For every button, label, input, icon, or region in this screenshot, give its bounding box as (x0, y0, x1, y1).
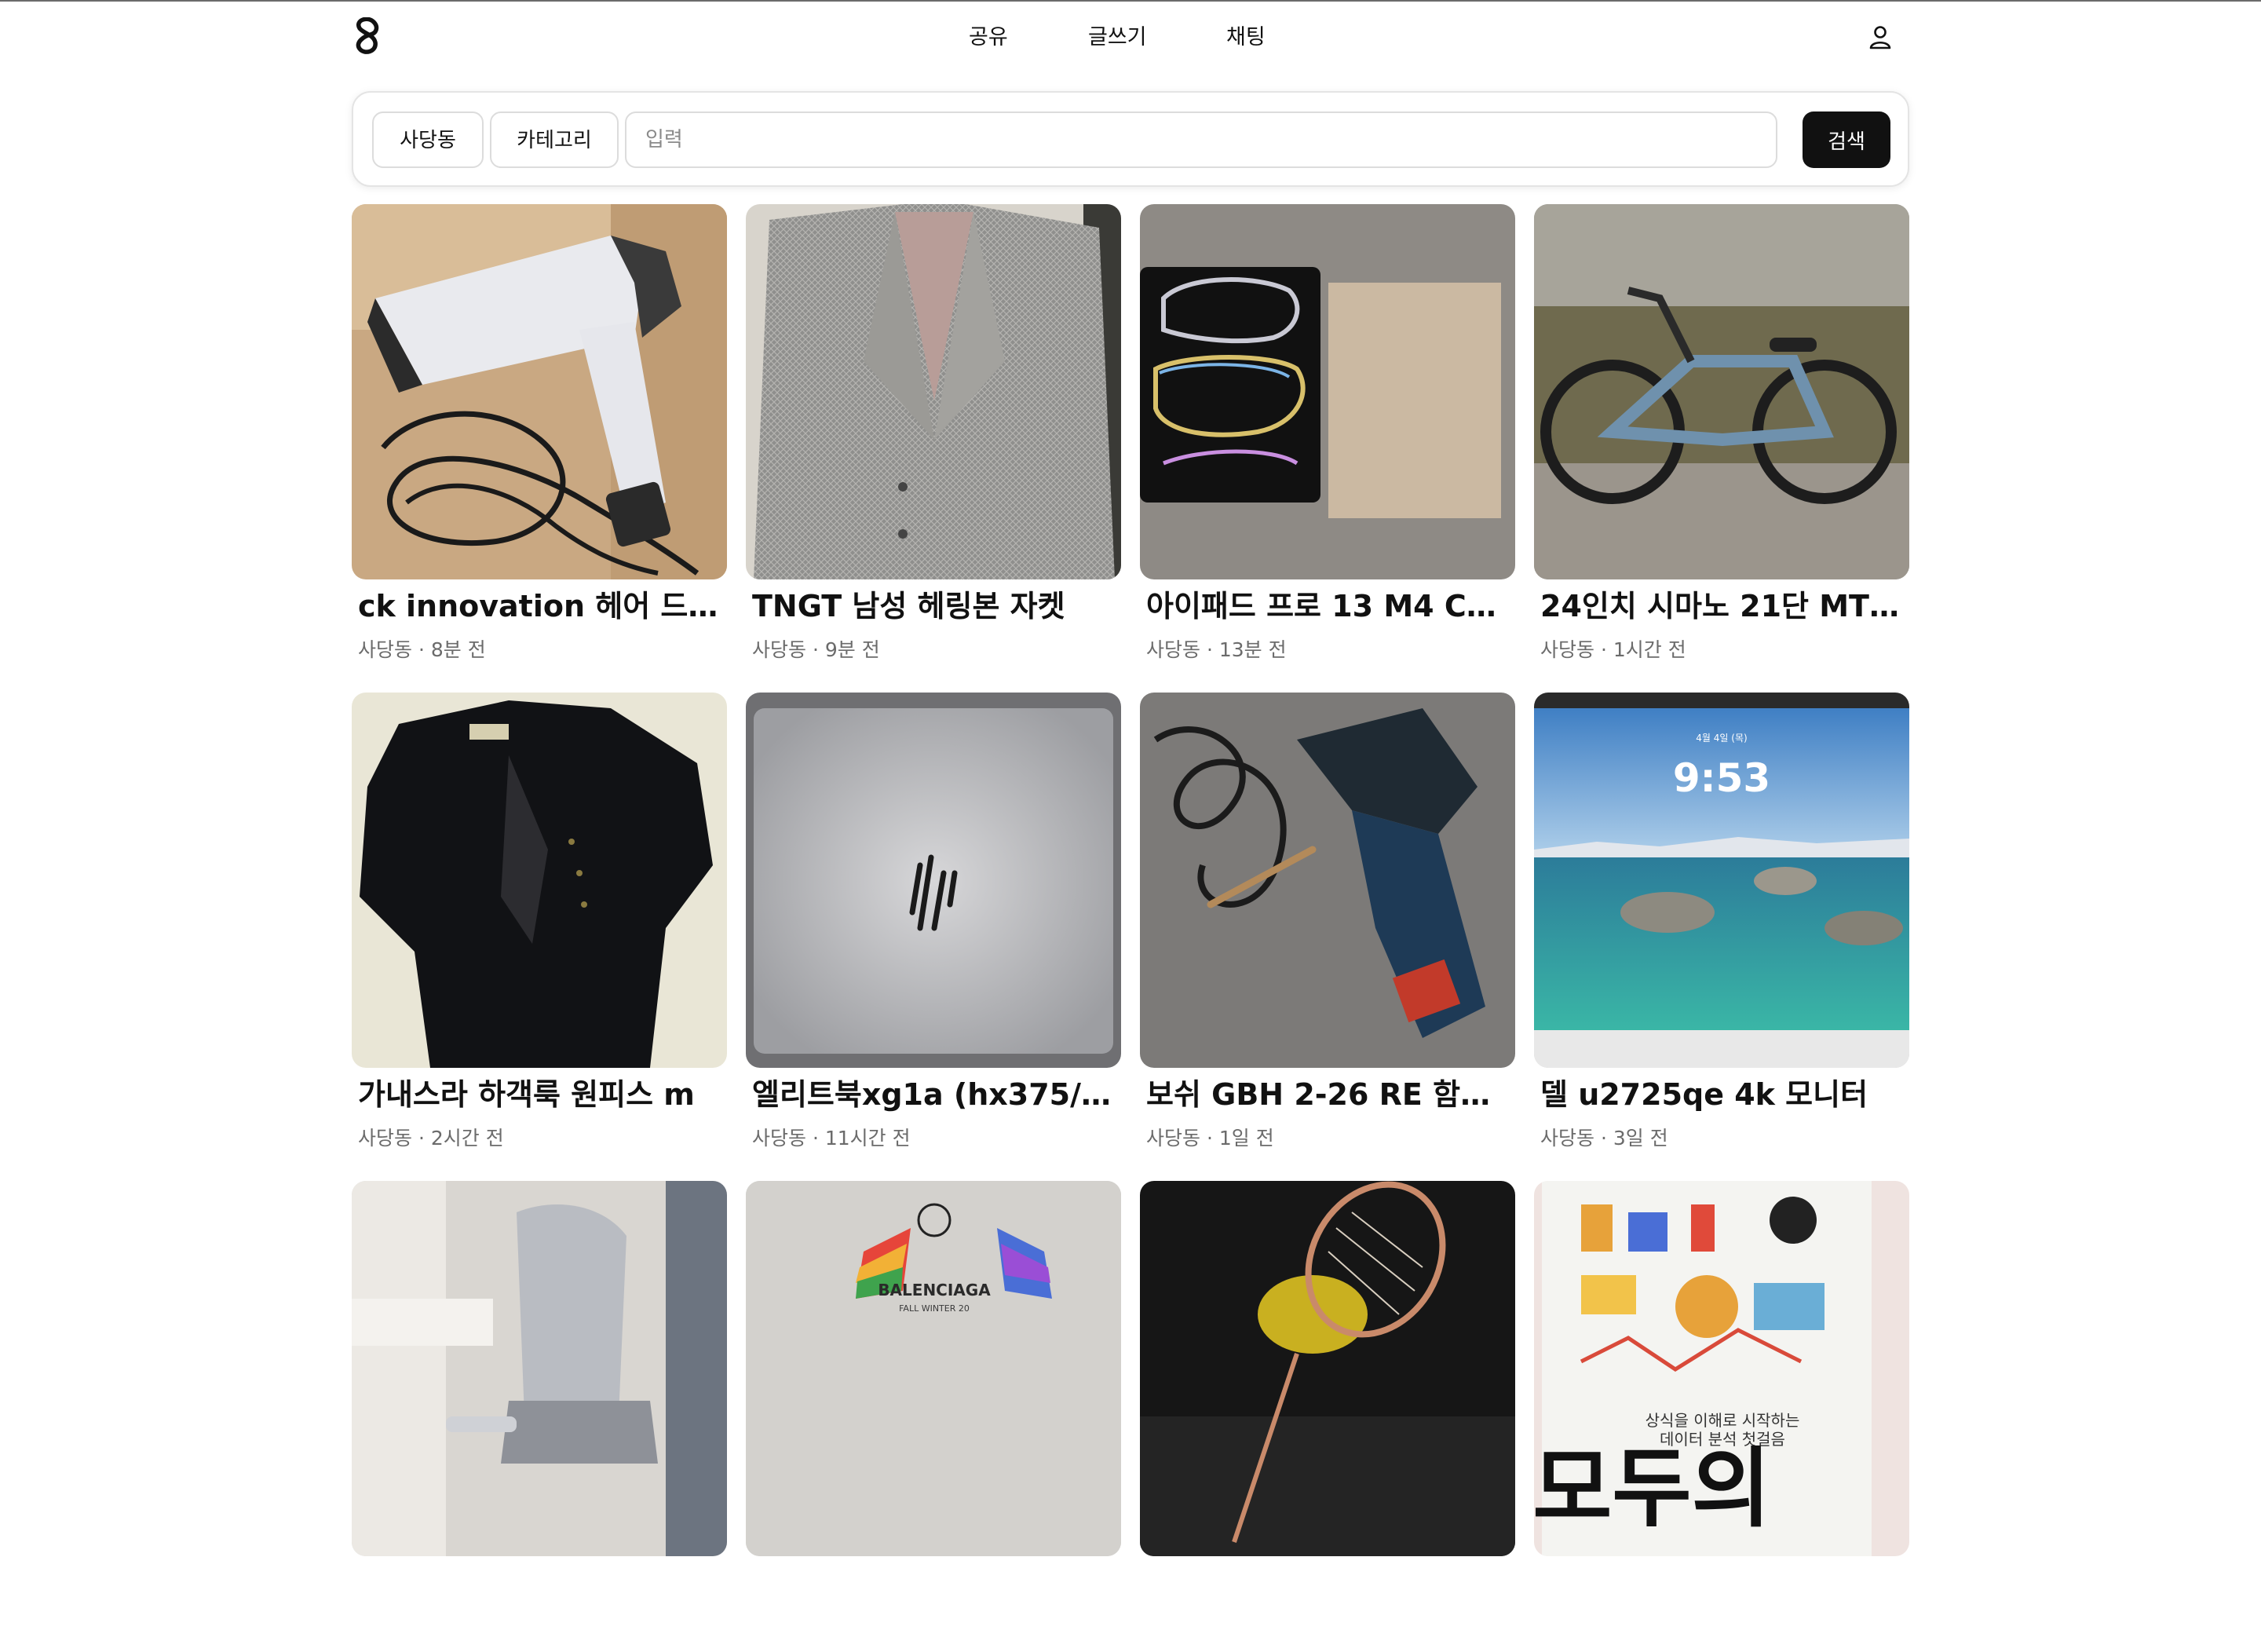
listing-title: 24인치 시마노 21단 MTB ... (1540, 589, 1909, 623)
nav-share[interactable]: 공유 (969, 22, 1008, 53)
book-cover-title: 모두의 (1534, 1438, 1771, 1539)
listing-image-badminton-racket (1140, 1181, 1515, 1556)
listing-image-hp-laptop (746, 693, 1121, 1068)
listing-image-balenciaga-fleece: BALENCIAGA FALL WINTER 20 (746, 1181, 1121, 1556)
monitor-screen-time: 9:53 (1673, 755, 1770, 801)
location-filter-button[interactable]: 사당동 (372, 111, 484, 168)
listing-image-bosch-drill (1140, 693, 1515, 1068)
listing-meta: 사당동 · 1시간 전 (1540, 638, 1686, 661)
listing-card[interactable] (1140, 1181, 1515, 1652)
listing-title: 델 u2725qe 4k 모니터 (1540, 1077, 1868, 1112)
listing-card[interactable]: TNGT 남성 헤링본 자켓 사당동 · 9분 전 (746, 204, 1121, 675)
listing-title: 보쉬 GBH 2-26 RE 함마... (1146, 1077, 1515, 1112)
listing-card[interactable] (352, 1181, 727, 1652)
listing-card[interactable]: ck innovation 헤어 드라... 사당동 · 8분 전 (352, 204, 727, 675)
search-input[interactable] (625, 111, 1777, 168)
listing-card[interactable]: 4월 4일 (목) 9:53 델 u2725qe 4k 모니터 사당동 · 3일… (1534, 693, 1909, 1164)
listing-card[interactable]: 아이패드 프로 13 M4 Cell... 사당동 · 13분 전 (1140, 204, 1515, 675)
listing-title: 엘리트북xg1a (hx375/6... (752, 1077, 1121, 1112)
listing-title: TNGT 남성 헤링본 자켓 (752, 589, 1065, 623)
listing-meta: 사당동 · 9분 전 (752, 638, 880, 661)
listing-image-dell-monitor: 4월 4일 (목) 9:53 (1534, 693, 1909, 1068)
listing-card[interactable]: 상식을 이해로 시작하는 데이터 분석 첫걸음 모두의 (1534, 1181, 1909, 1652)
header: 공유 글쓰기 채팅 (0, 0, 2261, 75)
book-cover-subtitle: 상식을 이해로 시작하는 (1646, 1411, 1800, 1430)
listing-card[interactable]: 가내스라 하객룩 원피스 m 사당동 · 2시간 전 (352, 693, 727, 1164)
listing-title: 가내스라 하객룩 원피스 m (358, 1077, 695, 1112)
listing-meta: 사당동 · 1일 전 (1146, 1127, 1274, 1149)
category-filter-button[interactable]: 카테고리 (490, 111, 619, 168)
monitor-screen-date: 4월 4일 (목) (1696, 733, 1747, 744)
listing-card[interactable]: BALENCIAGA FALL WINTER 20 (746, 1181, 1121, 1652)
listing-meta: 사당동 · 3일 전 (1540, 1127, 1668, 1149)
user-icon[interactable] (1868, 25, 1892, 50)
listing-title: 아이패드 프로 13 M4 Cell... (1146, 589, 1515, 623)
nav-write[interactable]: 글쓰기 (1088, 22, 1147, 53)
listing-card[interactable]: 보쉬 GBH 2-26 RE 함마... 사당동 · 1일 전 (1140, 693, 1515, 1164)
listing-title: ck innovation 헤어 드라... (358, 589, 727, 623)
listing-image-herringbone-jacket (746, 204, 1121, 579)
listing-image-mountain-bike (1534, 204, 1909, 579)
listing-meta: 사당동 · 11시간 전 (752, 1127, 911, 1149)
listing-image-hair-dryer (352, 204, 727, 579)
listing-meta: 사당동 · 13분 전 (1146, 638, 1287, 661)
listing-image-ipad-box (1140, 204, 1515, 579)
search-bar: 사당동 카테고리 검색 (352, 91, 1909, 187)
listing-meta: 사당동 · 2시간 전 (358, 1127, 504, 1149)
nav-chat[interactable]: 채팅 (1226, 22, 1266, 53)
fleece-print-text: BALENCIAGA (878, 1281, 991, 1299)
listing-meta: 사당동 · 8분 전 (358, 638, 486, 661)
listing-image-book-cover: 상식을 이해로 시작하는 데이터 분석 첫걸음 모두의 (1534, 1181, 1909, 1556)
listing-image-black-dress (352, 693, 727, 1068)
listing-card[interactable]: 24인치 시마노 21단 MTB ... 사당동 · 1시간 전 (1534, 204, 1909, 675)
listing-image-office-chair (352, 1181, 727, 1556)
search-button[interactable]: 검색 (1803, 111, 1890, 168)
logo-icon[interactable] (350, 17, 385, 57)
fleece-print-sub: FALL WINTER 20 (899, 1303, 970, 1314)
listing-card[interactable]: 엘리트북xg1a (hx375/6... 사당동 · 11시간 전 (746, 693, 1121, 1164)
